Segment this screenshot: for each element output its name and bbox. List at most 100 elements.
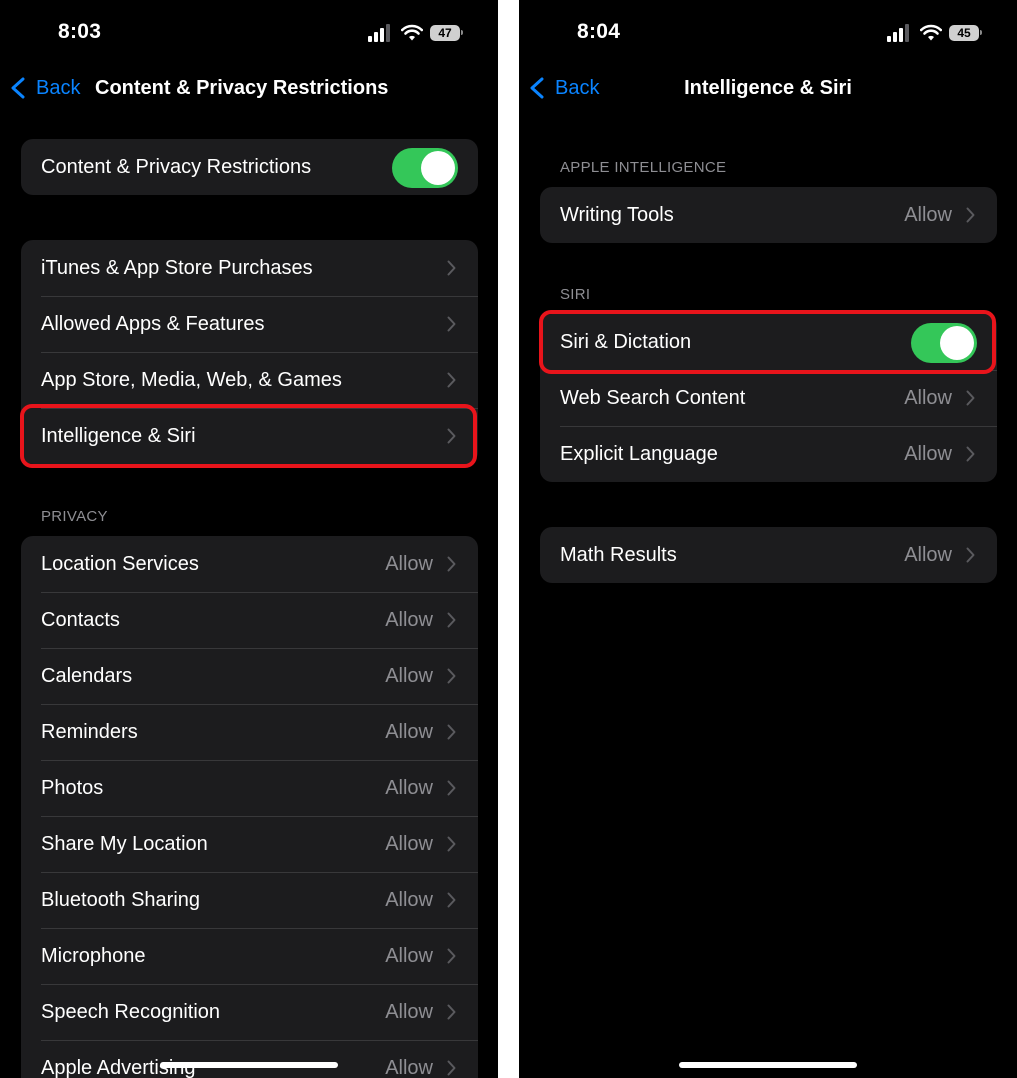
row-explicit-language[interactable]: Explicit Language Allow [540,426,997,482]
chevron-right-icon [447,780,456,796]
cellular-signal-icon [887,24,909,42]
chevron-right-icon [447,948,456,964]
privacy-group: Location Services Allow Contacts Allow C… [21,536,478,1078]
row-label: Web Search Content [560,386,746,409]
row-web-search-content[interactable]: Web Search Content Allow [540,370,997,426]
row-reminders[interactable]: Reminders Allow [21,704,478,760]
toggle-knob [421,151,455,185]
row-label: Writing Tools [560,203,674,226]
status-bar: 8:03 47 [0,0,498,66]
row-label: App Store, Media, Web, & Games [41,368,342,391]
chevron-right-icon [447,372,456,388]
row-app-store-media-web-games[interactable]: App Store, Media, Web, & Games [21,352,478,408]
status-icons: 45 [887,24,983,44]
chevron-right-icon [447,892,456,908]
row-label: Speech Recognition [41,1000,221,1023]
row-location-services[interactable]: Location Services Allow [21,536,478,592]
status-icons: 47 [368,24,464,44]
chevron-right-icon [966,547,975,563]
row-label: iTunes & App Store Purchases [41,256,313,279]
row-label: Allowed Apps & Features [41,312,265,335]
wifi-icon [401,24,423,41]
chevron-right-icon [447,316,456,332]
row-apple-advertising[interactable]: Apple Advertising Allow [21,1040,478,1078]
chevron-right-icon [966,390,975,406]
row-value: Allow [385,888,433,911]
row-speech-recognition[interactable]: Speech Recognition Allow [21,984,478,1040]
navigation-bar: Back Intelligence & Siri [519,66,1017,110]
row-value: Allow [385,552,433,575]
row-microphone[interactable]: Microphone Allow [21,928,478,984]
master-toggle-group: Content & Privacy Restrictions [21,139,478,195]
row-value: Allow [904,543,952,566]
home-indicator[interactable] [679,1062,857,1068]
status-time: 8:04 [577,20,621,43]
back-button[interactable]: Back [10,76,80,100]
left-screen: 8:03 47 Back Content & Privacy Restricti… [0,0,498,1078]
row-bluetooth-sharing[interactable]: Bluetooth Sharing Allow [21,872,478,928]
chevron-left-icon [11,77,25,99]
chevron-right-icon [447,1060,456,1076]
row-contacts[interactable]: Contacts Allow [21,592,478,648]
row-label: Content & Privacy Restrictions [41,155,312,178]
chevron-right-icon [966,207,975,223]
chevron-right-icon [966,446,975,462]
content-privacy-toggle-row: Content & Privacy Restrictions [21,139,478,195]
restrictions-group: iTunes & App Store Purchases Allowed App… [21,240,478,464]
row-label: Reminders [41,720,138,743]
row-allowed-apps-features[interactable]: Allowed Apps & Features [21,296,478,352]
row-label: Math Results [560,543,677,566]
row-siri-dictation: Siri & Dictation [540,314,997,370]
chevron-right-icon [447,260,456,276]
page-title: Content & Privacy Restrictions [95,77,389,99]
battery-icon: 47 [430,25,460,41]
row-value: Allow [385,832,433,855]
section-header-siri: SIRI [560,286,591,303]
row-label: Share My Location [41,832,208,855]
row-intelligence-siri[interactable]: Intelligence & Siri [21,408,478,464]
row-value: Allow [904,386,952,409]
row-calendars[interactable]: Calendars Allow [21,648,478,704]
row-value: Allow [385,1000,433,1023]
cellular-signal-icon [368,24,390,42]
row-label: Bluetooth Sharing [41,888,201,911]
row-label: Explicit Language [560,442,718,465]
chevron-right-icon [447,428,456,444]
back-label: Back [36,76,81,99]
row-label: Microphone [41,944,146,967]
row-writing-tools[interactable]: Writing Tools Allow [540,187,997,243]
row-share-my-location[interactable]: Share My Location Allow [21,816,478,872]
row-value: Allow [385,776,433,799]
row-label: Calendars [41,664,133,687]
row-photos[interactable]: Photos Allow [21,760,478,816]
row-label: Photos [41,776,104,799]
math-results-group: Math Results Allow [540,527,997,583]
chevron-right-icon [447,1004,456,1020]
chevron-right-icon [447,668,456,684]
wifi-icon [920,24,942,41]
chevron-right-icon [447,724,456,740]
row-label: Siri & Dictation [560,330,692,353]
home-indicator[interactable] [160,1062,338,1068]
battery-nub [461,30,463,35]
content-privacy-toggle[interactable] [392,148,458,188]
navigation-bar: Back Content & Privacy Restrictions [0,66,498,110]
battery-icon: 45 [949,25,979,41]
row-itunes-app-store-purchases[interactable]: iTunes & App Store Purchases [21,240,478,296]
row-value: Allow [385,608,433,631]
siri-group: Siri & Dictation Web Search Content Allo… [540,314,997,482]
status-time: 8:03 [58,20,102,43]
section-header-privacy: PRIVACY [41,508,108,525]
siri-dictation-toggle[interactable] [911,323,977,363]
row-value: Allow [385,1056,433,1078]
status-bar: 8:04 45 [519,0,1017,66]
row-value: Allow [385,664,433,687]
row-value: Allow [385,944,433,967]
toggle-knob [940,326,974,360]
row-label: Intelligence & Siri [41,424,196,447]
section-header-apple-intelligence: APPLE INTELLIGENCE [560,159,727,176]
chevron-right-icon [447,556,456,572]
row-math-results[interactable]: Math Results Allow [540,527,997,583]
row-label: Contacts [41,608,120,631]
row-label: Location Services [41,552,199,575]
